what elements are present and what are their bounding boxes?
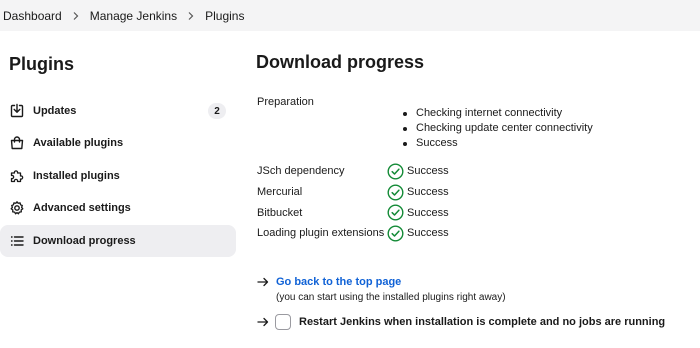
sidebar-item-updates[interactable]: Updates 2	[0, 95, 236, 127]
shopping-bag-icon	[9, 135, 25, 151]
status-row-jsch: JSch dependency Success	[257, 161, 449, 182]
plugin-name: Bitbucket	[257, 206, 303, 219]
chevron-right-icon	[62, 11, 90, 21]
status-text: Success	[407, 227, 449, 240]
list-item: Checking internet connectivity	[402, 106, 593, 121]
sidebar-item-label: Download progress	[33, 234, 136, 247]
plugin-name: JSch dependency	[257, 165, 345, 178]
chevron-right-icon	[177, 11, 205, 21]
restart-label[interactable]: Restart Jenkins when installation is com…	[299, 316, 665, 328]
sidebar-item-download-progress[interactable]: Download progress	[0, 224, 236, 257]
status-text: Success	[407, 165, 449, 178]
list-item: Checking update center connectivity	[402, 121, 593, 136]
install-status-list: JSch dependency Success Mercurial Succes…	[257, 161, 449, 244]
sidebar-item-label: Available plugins	[33, 137, 124, 150]
breadcrumb-dashboard[interactable]: Dashboard	[3, 9, 62, 23]
restart-checkbox[interactable]	[275, 314, 291, 330]
plugin-name: Loading plugin extensions	[257, 227, 385, 240]
status-text: Success	[407, 186, 449, 199]
list-item: Success	[402, 136, 593, 151]
list-icon	[9, 233, 25, 249]
breadcrumb-manage-jenkins[interactable]: Manage Jenkins	[90, 9, 177, 23]
status-row-mercurial: Mercurial Success	[257, 182, 449, 203]
sidebar-title: Plugins	[9, 54, 75, 74]
page-title: Download progress	[256, 52, 425, 72]
check-circle-icon	[387, 163, 404, 180]
arrow-right-icon	[257, 276, 269, 288]
check-circle-icon	[387, 204, 404, 221]
updates-count-badge: 2	[208, 103, 226, 119]
puzzle-piece-icon	[9, 168, 25, 184]
sidebar-item-advanced-settings[interactable]: Advanced settings	[0, 192, 236, 224]
preparation-steps: Checking internet connectivity Checking …	[402, 106, 593, 151]
breadcrumb-plugins[interactable]: Plugins	[205, 9, 244, 23]
sidebar-item-label: Updates	[33, 105, 77, 117]
back-to-top-link[interactable]: Go back to the top page	[276, 276, 401, 288]
back-row: Go back to the top page	[257, 276, 401, 288]
back-link-note: (you can start using the installed plugi…	[276, 292, 506, 303]
check-circle-icon	[387, 184, 404, 201]
arrow-right-icon	[257, 316, 269, 328]
breadcrumb-bar: Dashboard Manage Jenkins Plugins	[0, 0, 700, 31]
restart-row: Restart Jenkins when installation is com…	[257, 314, 665, 330]
sidebar-nav: Updates 2 Available plugins Installed pl…	[0, 95, 236, 257]
sidebar-item-label: Installed plugins	[33, 169, 120, 182]
sidebar-item-label: Advanced settings	[33, 202, 131, 215]
status-text: Success	[407, 206, 449, 219]
status-row-loading-extensions: Loading plugin extensions Success	[257, 223, 449, 244]
sidebar-item-available-plugins[interactable]: Available plugins	[0, 127, 236, 159]
plugin-name: Mercurial	[257, 186, 303, 199]
status-row-bitbucket: Bitbucket Success	[257, 202, 449, 223]
sidebar-item-installed-plugins[interactable]: Installed plugins	[0, 160, 236, 192]
check-circle-icon	[387, 225, 404, 242]
gear-icon	[9, 200, 25, 216]
download-icon	[9, 103, 25, 119]
preparation-label: Preparation	[257, 96, 314, 108]
